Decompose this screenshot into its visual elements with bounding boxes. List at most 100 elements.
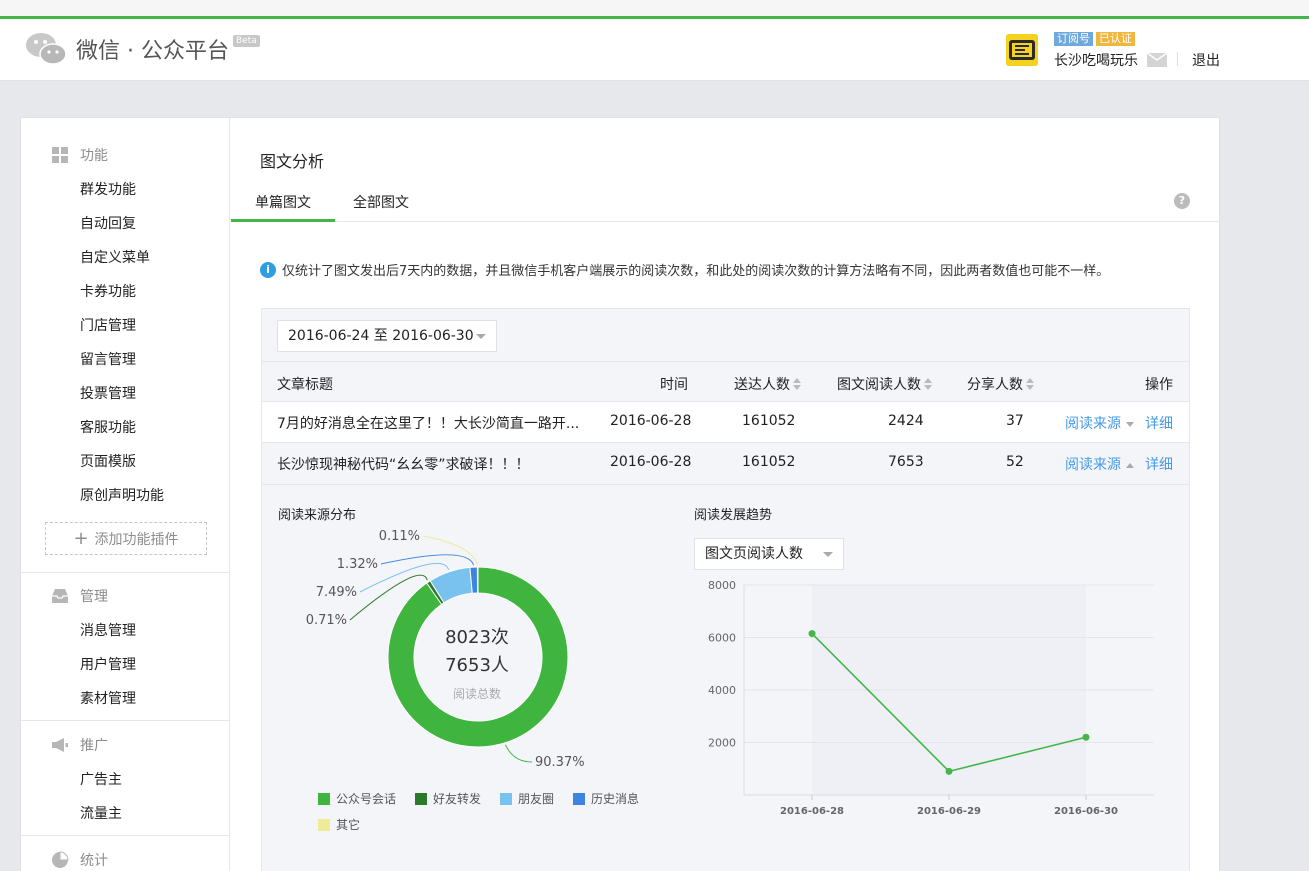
sort-icon — [924, 378, 932, 390]
x-tick-label: 2016-06-30 — [1054, 806, 1118, 817]
source-distribution-title: 阅读来源分布 — [278, 508, 357, 523]
detail-link[interactable]: 详细 — [1145, 413, 1173, 433]
sidebar-divider — [21, 572, 229, 573]
metric-select-value: 图文页阅读人数 — [705, 546, 803, 562]
info-icon: i — [260, 261, 276, 278]
account-name[interactable]: 长沙吃喝玩乐 — [1054, 50, 1138, 70]
grid-icon — [52, 147, 68, 163]
col-sent-label: 送达人数 — [734, 377, 790, 393]
legend-swatch — [500, 792, 512, 805]
read-count: 7653 — [888, 454, 924, 470]
x-tick-label: 2016-06-29 — [917, 806, 981, 817]
analysis-panel: 2016-06-24 至 2016-06-30 文章标题 时间 送达人数 图文阅… — [261, 308, 1190, 871]
trend-line-chart: 2000 4000 6000 8000 2016-06-28 2016-06-29 2016… — [708, 580, 1154, 817]
y-tick-label: 8000 — [708, 580, 736, 592]
col-sent[interactable]: 送达人数 — [734, 374, 801, 394]
sidebar-item-coupons[interactable]: 卡券功能 — [80, 281, 136, 301]
legend-label: 公众号会话 — [336, 792, 397, 806]
page-title: 图文分析 — [260, 152, 325, 171]
sidebar-item-original-declaration[interactable]: 原创声明功能 — [80, 485, 164, 505]
sidebar-item-stores[interactable]: 门店管理 — [80, 315, 136, 335]
label-leader-line — [504, 744, 533, 763]
tab-single-article[interactable]: 单篇图文 — [231, 190, 335, 222]
col-shares-label: 分享人数 — [967, 377, 1023, 393]
sidebar-item-users[interactable]: 用户管理 — [80, 654, 136, 674]
sidebar-item-comments[interactable]: 留言管理 — [80, 349, 136, 369]
sidebar-section-label: 统计 — [80, 853, 108, 869]
total-readers: 7653人 — [445, 655, 509, 676]
sidebar-item-page-templates[interactable]: 页面模版 — [80, 451, 136, 471]
label-leader-line — [422, 535, 479, 566]
article-date: 2016-06-28 — [610, 413, 692, 429]
add-plugin-button[interactable]: + 添加功能插件 — [45, 522, 207, 555]
detail-panel: 阅读来源分布 阅读发展趋势 90.37% 0.71% 7.49% 1.32% 0.11%… — [262, 484, 1189, 864]
data-point — [1082, 733, 1090, 741]
col-reads[interactable]: 图文阅读人数 — [837, 374, 932, 394]
logout-link[interactable]: 退出 — [1192, 50, 1220, 70]
col-shares[interactable]: 分享人数 — [967, 374, 1034, 394]
date-range-select[interactable]: 2016-06-24 至 2016-06-30 — [277, 320, 497, 352]
col-actions: 操作 — [1145, 377, 1173, 393]
metric-select[interactable]: 图文页阅读人数 — [694, 538, 844, 570]
notice: i 仅统计了图文发出后7天内的数据，并且微信手机客户端展示的阅读次数，和此处的阅… — [260, 260, 1109, 279]
sidebar-item-advertiser[interactable]: 广告主 — [80, 769, 122, 789]
detail-link[interactable]: 详细 — [1145, 454, 1173, 474]
sidebar-item-messages[interactable]: 消息管理 — [80, 620, 136, 640]
legend-item[interactable]: 朋友圈 — [500, 790, 554, 807]
sidebar-item-custom-menu[interactable]: 自定义菜单 — [80, 247, 150, 267]
legend-swatch — [318, 792, 330, 805]
legend-item[interactable]: 历史消息 — [573, 790, 639, 807]
beta-badge: Beta — [232, 35, 260, 47]
sidebar-item-auto-reply[interactable]: 自动回复 — [80, 213, 136, 233]
table-header: 文章标题 时间 送达人数 图文阅读人数 分享人数 操作 — [262, 361, 1189, 401]
date-range-value: 2016-06-24 至 2016-06-30 — [288, 328, 474, 344]
sidebar-section-manage: 管理 — [51, 586, 108, 606]
total-reads: 8023次 — [445, 627, 509, 648]
header: 微信 · 公众平台 Beta 订阅号 已认证 长沙吃喝玩乐 退出 — [0, 19, 1309, 81]
logo-text: 微信 · 公众平台 — [76, 39, 229, 64]
legend-item[interactable]: 其它 — [318, 816, 360, 833]
read-source-link[interactable]: 阅读来源 — [1065, 413, 1134, 433]
legend-item[interactable]: 好友转发 — [415, 790, 481, 807]
pie-icon — [52, 851, 69, 868]
sidebar-divider — [21, 720, 229, 721]
share-count: 37 — [1006, 413, 1024, 429]
inbox-icon — [52, 589, 68, 603]
chevron-down-icon — [1126, 421, 1134, 427]
y-tick-label: 6000 — [708, 632, 736, 645]
sidebar-item-mass-send[interactable]: 群发功能 — [80, 179, 136, 199]
y-tick-label: 4000 — [708, 684, 736, 697]
sidebar-item-customer-service[interactable]: 客服功能 — [80, 417, 136, 437]
legend-label: 其它 — [336, 818, 361, 832]
sidebar-section-promotion: 推广 — [51, 735, 108, 755]
sidebar-section-label: 功能 — [80, 148, 108, 164]
legend-item[interactable]: 公众号会话 — [318, 790, 396, 807]
sort-icon — [1026, 378, 1034, 390]
table-row: 7月的好消息全在这里了！！大长沙简直一路开... 2016-06-28 1610… — [262, 401, 1189, 442]
sidebar-item-votes[interactable]: 投票管理 — [80, 383, 136, 403]
share-count: 52 — [1006, 454, 1024, 470]
sidebar-item-materials[interactable]: 素材管理 — [80, 688, 136, 708]
legend-label: 朋友圈 — [518, 792, 555, 806]
data-point — [945, 767, 953, 775]
read-source-link[interactable]: 阅读来源 — [1065, 454, 1134, 474]
main-content: 图文分析 单篇图文 全部图文 ? i 仅统计了图文发出后7天内的数据，并且微信手… — [231, 118, 1219, 871]
megaphone-icon — [52, 738, 68, 752]
label-leader-line — [380, 554, 475, 566]
tab-all-articles[interactable]: 全部图文 — [353, 190, 409, 222]
x-tick-label: 2016-06-28 — [780, 806, 844, 817]
logo[interactable]: 微信 · 公众平台 Beta — [24, 31, 260, 67]
article-title[interactable]: 长沙惊现神秘代码“幺幺零”求破译！！！ — [277, 454, 530, 474]
article-title[interactable]: 7月的好消息全在这里了！！大长沙简直一路开... — [277, 413, 579, 433]
col-reads-label: 图文阅读人数 — [837, 377, 921, 393]
legend-label: 历史消息 — [591, 792, 640, 806]
sort-icon — [793, 378, 801, 390]
help-icon[interactable]: ? — [1174, 193, 1190, 209]
legend-label: 好友转发 — [433, 792, 482, 806]
sidebar-section-label: 推广 — [80, 738, 108, 754]
sidebar-item-publisher[interactable]: 流量主 — [80, 803, 122, 823]
mail-icon[interactable] — [1147, 53, 1167, 67]
sidebar: 功能 群发功能 自动回复 自定义菜单 卡券功能 门店管理 留言管理 投票管理 客… — [21, 118, 230, 871]
avatar[interactable] — [1006, 34, 1038, 66]
legend-swatch — [415, 792, 427, 805]
